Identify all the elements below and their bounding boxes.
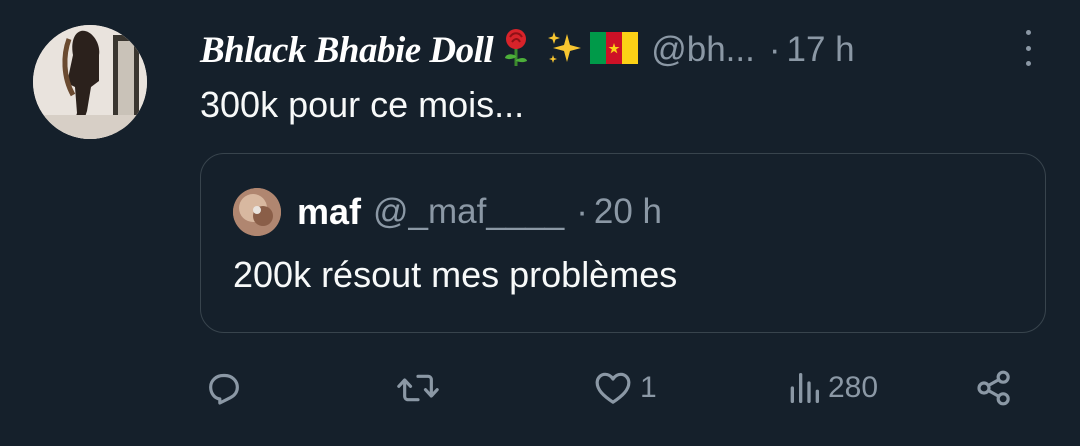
heart-icon [595,372,631,404]
author-avatar[interactable] [33,25,147,139]
quoted-author-name: maf [297,191,362,232]
views-button[interactable]: 280 [786,360,878,416]
quoted-tweet-timestamp: 20 h [593,192,663,231]
retweet-button[interactable] [396,360,446,416]
rose-emoji-icon [501,28,531,73]
tweet-timestamp[interactable]: 17 h [787,30,855,70]
like-count: 1 [640,371,657,404]
quoted-author-handle: @_maf____ [373,192,565,231]
tweet-text: 300k pour ce mois... [200,84,525,125]
sparkles-emoji-icon [545,28,585,73]
views-icon [790,373,819,403]
share-icon [977,370,1010,406]
author-display-name[interactable]: Bhlack Bhabie Doll [200,29,494,72]
share-button[interactable] [974,360,1014,416]
more-options-icon[interactable] [1020,30,1036,66]
quoted-tweet-header: maf @_maf____ · 20 h [233,184,662,240]
views-count: 280 [828,371,879,404]
author-handle[interactable]: @bh... [651,30,755,70]
cameroon-flag-emoji-icon [589,29,639,72]
quoted-author-avatar [233,188,281,236]
tweet-header: Bhlack Bhabie Doll @bh... · 17 h [200,22,1040,78]
reply-icon [209,373,239,405]
quoted-tweet-text: 200k résout mes problèmes [233,254,678,295]
reply-button[interactable] [204,360,250,416]
like-button[interactable]: 1 [592,360,657,416]
quoted-tweet[interactable]: maf @_maf____ · 20 h 200k résout mes pro… [200,153,1046,333]
separator-dot: · [576,192,588,231]
tweet-action-bar: 1 280 [200,360,1050,416]
retweet-icon [397,374,439,402]
separator-dot: · [768,30,781,69]
